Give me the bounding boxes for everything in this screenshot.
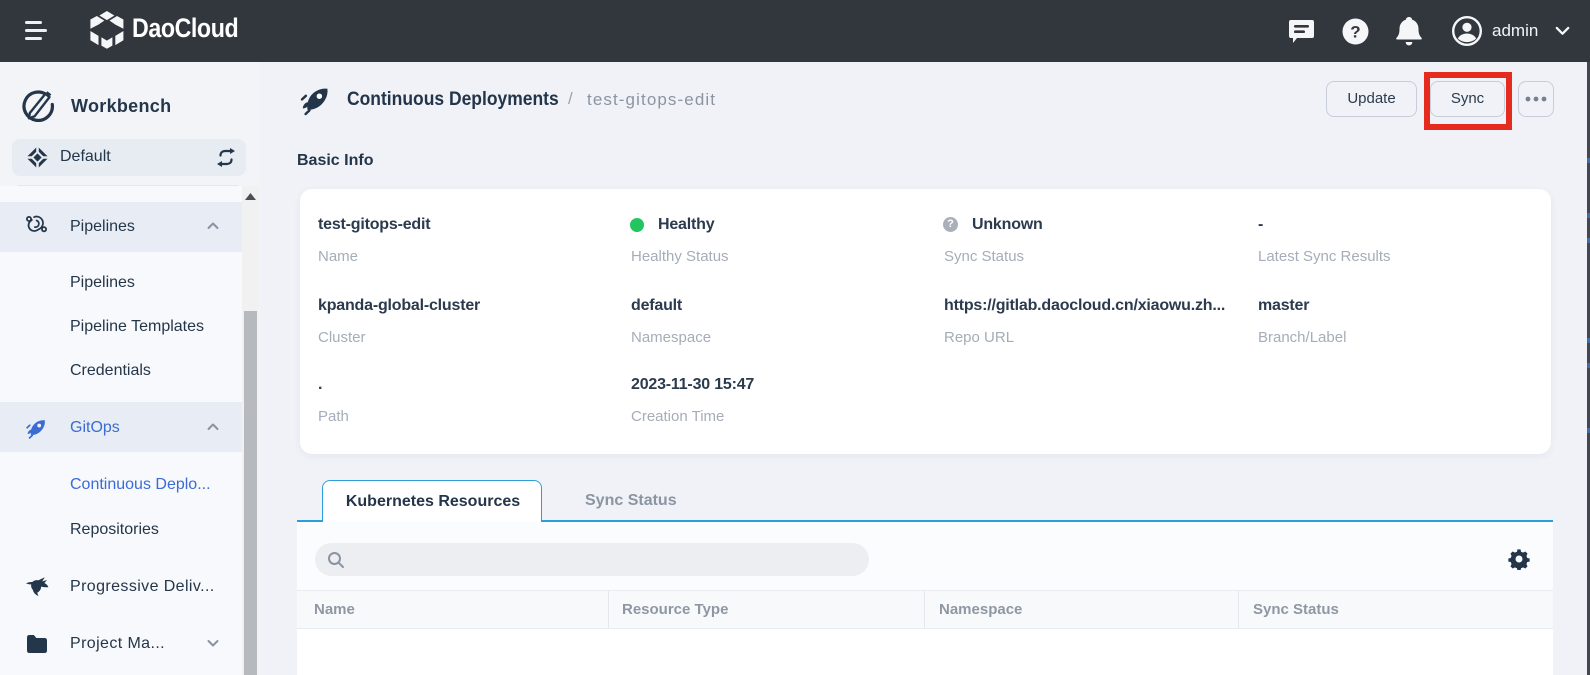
svg-text:?: ? (1350, 23, 1360, 42)
